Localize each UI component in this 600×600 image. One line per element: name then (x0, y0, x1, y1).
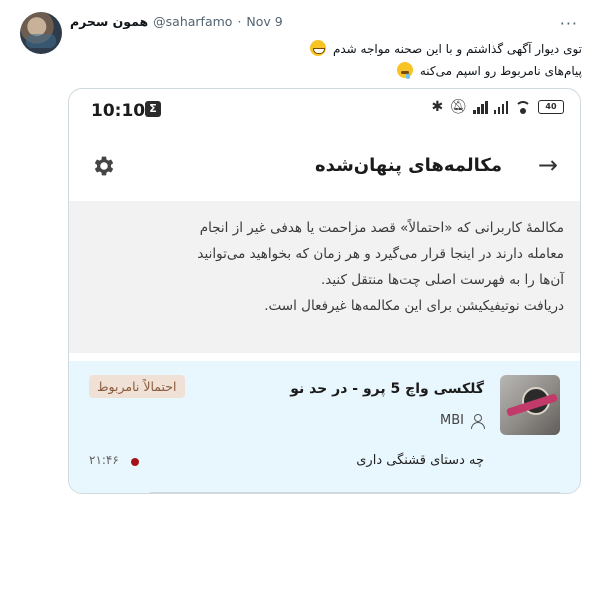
drooling-face-emoji-icon (397, 62, 414, 79)
info-line: دریافت نوتیفیکیشن برای این مکالمه‌ها غیر… (264, 298, 564, 314)
mute-icon: 🔕︎ (449, 99, 467, 115)
user-handle[interactable]: @saharfamo (153, 14, 232, 29)
info-line: مکالمهٔ کاربرانی که «احتمالاً» قصد مزاحم… (199, 220, 564, 236)
seller-name: MBI (440, 413, 464, 428)
signal-icon (473, 100, 488, 114)
separator: · (237, 14, 242, 29)
attached-screenshot[interactable]: 10:10 Σ ✱ 🔕︎ 40 مکالمه‌های پنهان‌شده → م… (68, 88, 581, 494)
tweet-text: توی دیوار آگهی گذاشتم و با این صحنه مواج… (122, 38, 582, 82)
seller-info: MBI (440, 413, 485, 429)
user-icon (470, 413, 485, 429)
gear-icon[interactable] (91, 153, 117, 179)
avatar[interactable] (20, 12, 62, 54)
info-line: معامله دارند در اینجا قرار می‌گیرد و هر … (197, 246, 564, 262)
signal-icon-2 (493, 100, 508, 114)
tweet-line-1: توی دیوار آگهی گذاشتم و با این صحنه مواج… (122, 38, 582, 60)
tweet-date[interactable]: Nov 9 (246, 14, 282, 29)
bluetooth-icon: ✱ (431, 99, 444, 115)
info-text: مکالمهٔ کاربرانی که «احتمالاً» قصد مزاحم… (86, 215, 564, 319)
last-message: چه دستای قشنگی داری (356, 453, 484, 468)
listing-thumbnail (500, 375, 560, 435)
status-clock: 10:10 (91, 101, 146, 121)
tweet-line-2-text: پیام‌های نامربوط رو اسپم می‌کنه (419, 64, 582, 78)
divider (150, 492, 560, 493)
display-name[interactable]: همون سحرم (70, 14, 148, 29)
status-icons: ✱ 🔕︎ 40 (431, 99, 564, 115)
listing-title: گلکسی واچ 5 پرو - در حد نو (290, 381, 484, 397)
tweet-line-1-text: توی دیوار آگهی گذاشتم و با این صحنه مواج… (332, 42, 582, 56)
back-arrow-icon[interactable]: → (538, 153, 558, 177)
notification-icon: Σ (145, 101, 161, 117)
more-options-icon[interactable]: ··· (560, 14, 578, 33)
wifi-icon (514, 100, 532, 114)
info-notice: مکالمهٔ کاربرانی که «احتمالاً» قصد مزاحم… (69, 201, 580, 353)
battery-icon: 40 (538, 100, 564, 114)
page-title: مکالمه‌های پنهان‌شده (315, 155, 502, 176)
status-bar: 10:10 Σ ✱ 🔕︎ 40 (69, 89, 580, 131)
conversation-row[interactable]: گلکسی واچ 5 پرو - در حد نو MBI احتمالاً … (69, 361, 580, 493)
status-badge: احتمالاً نامربوط (89, 375, 185, 398)
app-bar: مکالمه‌های پنهان‌شده → (69, 131, 580, 201)
tweet-line-2: پیام‌های نامربوط رو اسپم می‌کنه (122, 60, 582, 82)
tweet-header: همون سحرم @saharfamo · Nov 9 (70, 14, 283, 29)
message-time: ۲۱:۴۶ (89, 453, 119, 467)
info-line: آن‌ها را به فهرست اصلی چت‌ها منتقل کنید. (320, 272, 564, 288)
unread-indicator (131, 458, 139, 466)
grinning-sweat-emoji-icon (310, 40, 327, 56)
